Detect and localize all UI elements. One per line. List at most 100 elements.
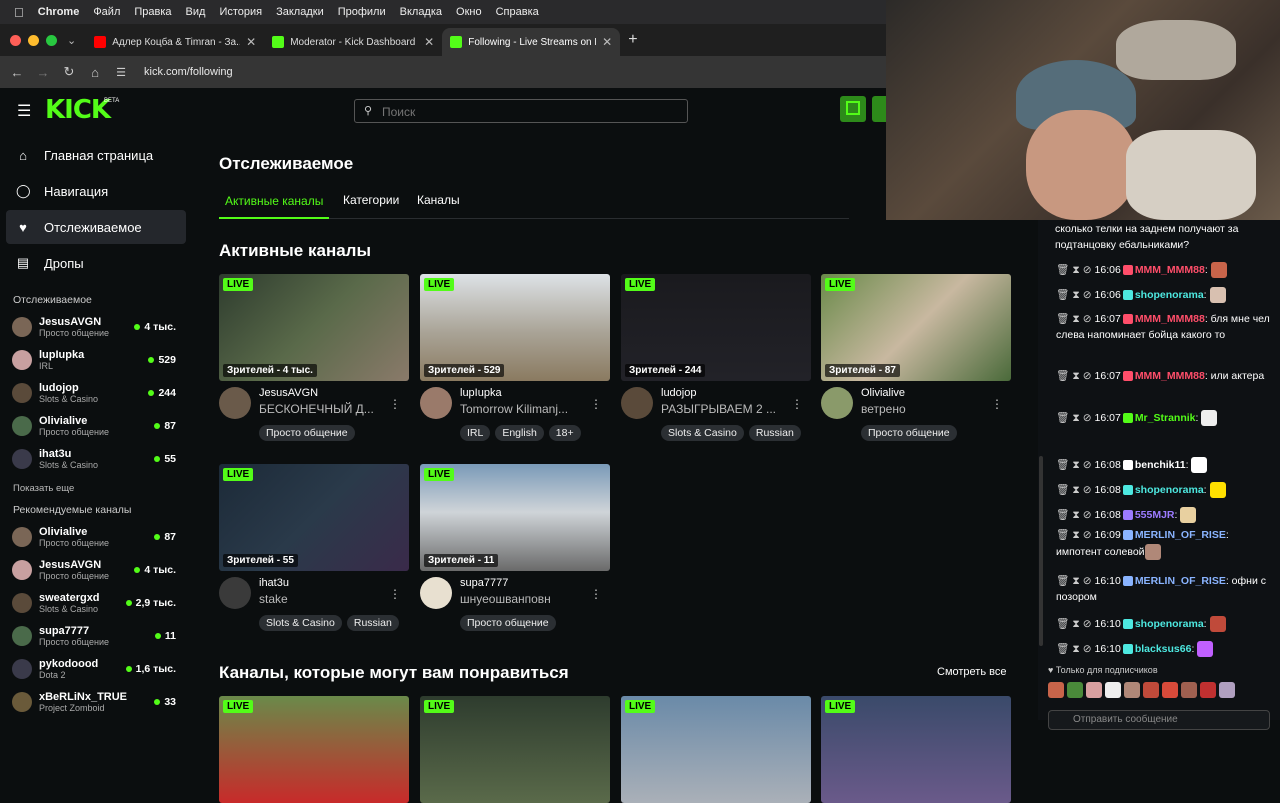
close-tab-icon[interactable]: ✕	[602, 35, 612, 49]
stream-title[interactable]: stake	[259, 592, 409, 606]
stream-card[interactable]: LIVE Зрителей - 87 Olivialive ветрено ⋮ Прост…	[821, 274, 1011, 441]
menu-bookmarks[interactable]: Закладки	[276, 6, 324, 18]
more-options-icon[interactable]: ⋮	[791, 397, 803, 411]
avatar[interactable]	[420, 387, 452, 419]
stream-title[interactable]: шнуеошванповн	[460, 592, 610, 606]
more-options-icon[interactable]: ⋮	[389, 397, 401, 411]
delete-icon[interactable]: 🗑	[1056, 412, 1069, 424]
sidebar-channel[interactable]: ludojop Slots & Casino 244	[0, 376, 192, 409]
stream-card[interactable]: LIVE Зрителей - 11 supa7777 шнуеошванповн ⋮ П…	[420, 464, 610, 631]
kick-logo[interactable]: KICK	[45, 95, 111, 125]
stream-thumbnail[interactable]: LIVE Зрителей - 244	[621, 274, 811, 381]
ban-icon[interactable]: ⊘	[1083, 459, 1092, 471]
emote-icon[interactable]	[1086, 682, 1102, 698]
chat-username[interactable]: MERLIN_OF_RISE	[1135, 575, 1226, 587]
stream-thumbnail[interactable]: LIVE Зрителей - 87	[821, 274, 1011, 381]
chat-username[interactable]: MMM_MMM88	[1135, 370, 1205, 382]
stream-title[interactable]: ветрено	[861, 402, 1011, 416]
dashboard-button[interactable]	[840, 96, 866, 122]
url-field[interactable]: kick.com/following	[144, 66, 233, 78]
emote-icon[interactable]	[1181, 682, 1197, 698]
sidebar-channel[interactable]: supa7777 Просто общение 11	[0, 619, 192, 652]
more-options-icon[interactable]: ⋮	[991, 397, 1003, 411]
avatar[interactable]	[219, 387, 251, 419]
avatar[interactable]	[621, 387, 653, 419]
chat-username[interactable]: Mr_Strannik	[1135, 412, 1196, 424]
menu-view[interactable]: Вид	[186, 6, 206, 18]
chat-input[interactable]: Отправить сообщение	[1048, 710, 1270, 730]
stream-thumbnail[interactable]: LIVE Зрителей - 529	[420, 274, 610, 381]
sidebar-channel[interactable]: xBeRLiNx_TRUE Project Zomboid 33	[0, 685, 192, 718]
channel-name[interactable]: supa7777	[460, 577, 610, 589]
chat-username[interactable]: blacksus66	[1135, 643, 1192, 655]
stream-thumbnail[interactable]: LIVE Зрителей - 4 тыс.	[219, 274, 409, 381]
delete-icon[interactable]: 🗑	[1056, 529, 1069, 541]
tag[interactable]: 18+	[548, 425, 581, 441]
menu-edit[interactable]: Правка	[134, 6, 171, 18]
channel-name[interactable]: JesusAVGN	[259, 387, 409, 399]
more-options-icon[interactable]: ⋮	[590, 587, 602, 601]
ban-icon[interactable]: ⊘	[1083, 484, 1092, 496]
tab-channels[interactable]: Каналы	[417, 193, 460, 207]
sidebar-channel[interactable]: sweatergxd Slots & Casino 2,9 тыс.	[0, 586, 192, 619]
emote-icon[interactable]	[1219, 682, 1235, 698]
search-box[interactable]: ⚲	[354, 99, 688, 123]
stream-card[interactable]: LIVE Зрителей - 4 тыс. JesusAVGN БЕСКОНЕЧНЫ…	[219, 274, 409, 441]
sidebar-channel[interactable]: ihat3u Slots & Casino 55	[0, 442, 192, 475]
stream-card[interactable]: LIVE Зрителей - 529 lupIupka Tomorrow Kilim…	[420, 274, 610, 441]
forward-icon[interactable]: →	[30, 65, 56, 80]
timeout-icon[interactable]: ⧗	[1072, 643, 1079, 655]
emote-icon[interactable]	[1200, 682, 1216, 698]
tab-list-chevron-icon[interactable]: ⌄	[67, 34, 76, 47]
tag[interactable]: Просто общение	[861, 425, 957, 441]
ban-icon[interactable]: ⊘	[1083, 264, 1092, 276]
stream-thumbnail[interactable]: LIVE	[821, 696, 1011, 803]
delete-icon[interactable]: 🗑	[1056, 459, 1069, 471]
ban-icon[interactable]: ⊘	[1083, 412, 1092, 424]
channel-name[interactable]: lupIupka	[460, 387, 610, 399]
stream-thumbnail[interactable]: LIVE	[621, 696, 811, 803]
stream-thumbnail[interactable]: LIVE Зрителей - 11	[420, 464, 610, 571]
delete-icon[interactable]: 🗑	[1056, 575, 1069, 587]
delete-icon[interactable]: 🗑	[1056, 289, 1069, 301]
sidebar-channel[interactable]: Olivialive Просто общение 87	[0, 520, 192, 553]
nav-home[interactable]: ⌂ Главная страница	[6, 138, 186, 172]
home-button-icon[interactable]: ⌂	[82, 65, 108, 80]
reload-icon[interactable]: ↻	[56, 64, 82, 80]
tag[interactable]: Просто общение	[460, 615, 556, 631]
timeout-icon[interactable]: ⧗	[1072, 412, 1079, 424]
timeout-icon[interactable]: ⧗	[1072, 509, 1079, 521]
chat-username[interactable]: MERLIN_OF_RISE	[1135, 529, 1226, 541]
delete-icon[interactable]: 🗑	[1056, 643, 1069, 655]
new-tab-icon[interactable]: +	[628, 31, 637, 49]
tag[interactable]: Slots & Casino	[259, 615, 342, 631]
close-tab-icon[interactable]: ✕	[424, 35, 434, 49]
tag[interactable]: Slots & Casino	[661, 425, 744, 441]
tag[interactable]: English	[495, 425, 544, 441]
stream-title[interactable]: РАЗЫГРЫВАЕМ 2 ...	[661, 402, 811, 416]
timeout-icon[interactable]: ⧗	[1072, 618, 1079, 630]
tab-kick-following[interactable]: Following - Live Streams on K... ✕	[442, 28, 621, 56]
menu-file[interactable]: Файл	[93, 6, 120, 18]
hamburger-menu-icon[interactable]: ☰	[17, 101, 31, 121]
ban-icon[interactable]: ⊘	[1083, 643, 1092, 655]
ban-icon[interactable]: ⊘	[1083, 509, 1092, 521]
ban-icon[interactable]: ⊘	[1083, 529, 1092, 541]
ban-icon[interactable]: ⊘	[1083, 370, 1092, 382]
stream-title[interactable]: БЕСКОНЕЧНЫЙ Д...	[259, 402, 409, 416]
avatar[interactable]	[821, 387, 853, 419]
ban-icon[interactable]: ⊘	[1083, 313, 1092, 325]
chat-scrollbar[interactable]	[1039, 456, 1043, 646]
emote-icon[interactable]	[1067, 682, 1083, 698]
chat-username[interactable]: benchik11	[1135, 459, 1186, 471]
tag[interactable]: IRL	[460, 425, 491, 441]
avatar[interactable]	[219, 577, 251, 609]
stream-thumbnail[interactable]: LIVE	[219, 696, 409, 803]
ban-icon[interactable]: ⊘	[1083, 289, 1092, 301]
timeout-icon[interactable]: ⧗	[1072, 289, 1079, 301]
more-options-icon[interactable]: ⋮	[389, 587, 401, 601]
chat-username[interactable]: 555MJR	[1135, 509, 1175, 521]
stream-card[interactable]: LIVE Зрителей - 244 ludojop РАЗЫГРЫВАЕМ 2 .…	[621, 274, 811, 441]
chat-username[interactable]: shopenorama	[1135, 618, 1204, 630]
stream-title[interactable]: Tomorrow Kilimanj...	[460, 402, 610, 416]
